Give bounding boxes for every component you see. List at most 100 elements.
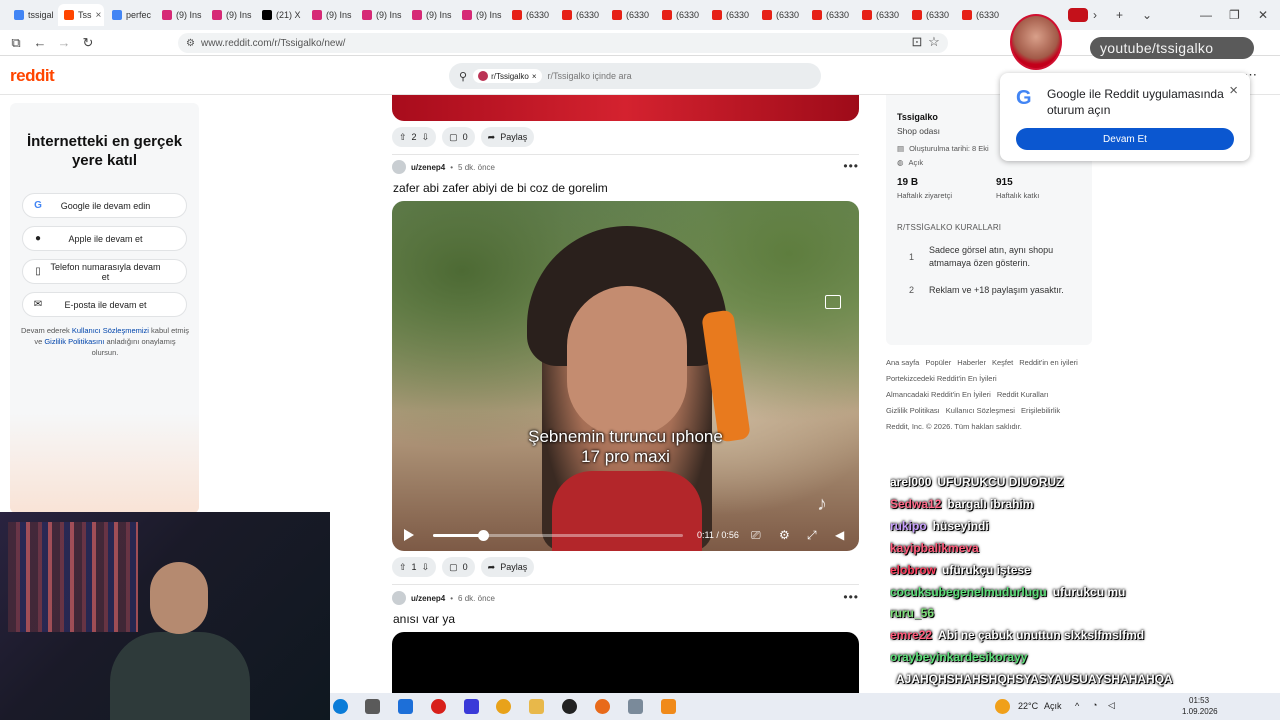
- browser-tab[interactable]: (9) Ins: [356, 4, 404, 26]
- footer-link[interactable]: Haberler: [957, 358, 986, 367]
- settings-gear-icon[interactable]: ⚙: [779, 528, 790, 542]
- share-button[interactable]: ➦ Paylaş: [480, 557, 535, 577]
- browser-tab[interactable]: (6330: [906, 4, 954, 26]
- tab-list-chevron-icon[interactable]: ⌄: [1142, 0, 1152, 30]
- video-player[interactable]: Şebnemin turuncu ıphone 17 pro maxi ♪ 0:…: [392, 201, 859, 551]
- upvote-icon[interactable]: ⇧: [399, 132, 407, 143]
- fullscreen-icon[interactable]: ⤢: [807, 528, 817, 543]
- footer-link[interactable]: Keşfet: [992, 358, 1013, 367]
- browser-tab[interactable]: Tss ×: [58, 4, 104, 26]
- footer-link[interactable]: Reddit'in en iyileri: [1019, 358, 1078, 367]
- expand-video-icon[interactable]: [825, 295, 841, 309]
- weather-temp[interactable]: 22°C: [1018, 701, 1038, 711]
- browser-tab[interactable]: (9) Ins: [406, 4, 454, 26]
- app-icon[interactable]: [628, 699, 643, 714]
- tab-scroll-right-icon[interactable]: ›: [1093, 0, 1097, 30]
- continue-button[interactable]: Devam Et: [1016, 128, 1234, 150]
- avatar[interactable]: [392, 591, 406, 605]
- browser-tab[interactable]: (6330: [606, 4, 654, 26]
- downvote-icon[interactable]: ⇩: [422, 562, 430, 573]
- captions-icon[interactable]: ⎚: [751, 528, 761, 543]
- reload-button[interactable]: ↻: [76, 35, 100, 51]
- clock-date[interactable]: 1.09.2026: [1182, 707, 1218, 716]
- browser-tab[interactable]: (9) Ins: [156, 4, 204, 26]
- browser-tab[interactable]: (6330: [756, 4, 804, 26]
- post-options-icon[interactable]: •••: [843, 159, 859, 173]
- opera-icon[interactable]: [431, 699, 446, 714]
- seek-handle[interactable]: [478, 530, 489, 541]
- rule-text[interactable]: Sadece görsel atın, aynı shopu atmamaya …: [929, 244, 1079, 270]
- browser-tab[interactable]: perfec: [106, 4, 154, 26]
- footer-link[interactable]: Ana sayfa: [886, 358, 919, 367]
- browser-tab[interactable]: (6330: [656, 4, 704, 26]
- browser-tab[interactable]: (21) X: [256, 4, 304, 26]
- subreddit-search-chip[interactable]: r/Tssigalko ×: [473, 69, 542, 83]
- footer-link[interactable]: Almancadaki Reddit'in En İyileri: [886, 390, 991, 399]
- reddit-logo[interactable]: reddit: [10, 66, 55, 86]
- bookmark-star-icon[interactable]: ☆: [922, 34, 946, 50]
- footer-link[interactable]: Portekizcedeki Reddit'in En İyileri: [886, 374, 997, 383]
- chip-close-icon[interactable]: ×: [532, 72, 537, 81]
- back-button[interactable]: ←: [28, 35, 52, 50]
- apple-signin-button[interactable]: ● Apple ile devam et: [22, 226, 187, 251]
- footer-link[interactable]: Kullanıcı Sözleşmesi: [946, 406, 1015, 415]
- browser-tab[interactable]: (6330: [956, 4, 1004, 26]
- volume-icon[interactable]: ◁: [1108, 700, 1115, 711]
- post-author[interactable]: u/zenep4: [411, 163, 445, 172]
- site-info-icon[interactable]: ⚙: [186, 38, 195, 49]
- browser-tab[interactable]: (6330: [556, 4, 604, 26]
- previous-post-media[interactable]: [392, 95, 859, 121]
- chrome-icon[interactable]: [496, 699, 511, 714]
- maximize-button[interactable]: ❐: [1229, 0, 1240, 30]
- footer-link[interactable]: Popüler: [925, 358, 951, 367]
- volume-icon[interactable]: ◀: [835, 528, 844, 542]
- privacy-policy-link[interactable]: Gizlilik Politikasını: [44, 337, 104, 346]
- user-agreement-link[interactable]: Kullanıcı Sözleşmemizi: [72, 326, 149, 335]
- browser-tab[interactable]: (9) Ins: [306, 4, 354, 26]
- phone-signin-button[interactable]: ▯ Telefon numarasıyla devam et: [22, 259, 187, 284]
- share-button[interactable]: ➦ Paylaş: [480, 127, 535, 147]
- video-seek-bar[interactable]: [433, 530, 683, 541]
- close-icon[interactable]: ×: [1229, 82, 1238, 99]
- upvote-icon[interactable]: ⇧: [399, 562, 407, 573]
- close-window-button[interactable]: ✕: [1258, 0, 1268, 30]
- weather-desc[interactable]: Açık: [1044, 701, 1062, 711]
- store-icon[interactable]: [398, 699, 413, 714]
- post-title[interactable]: anısı var ya: [393, 612, 455, 626]
- vlc-icon[interactable]: [661, 699, 676, 714]
- obs-icon[interactable]: [562, 699, 577, 714]
- forward-button[interactable]: →: [52, 35, 76, 50]
- email-signin-button[interactable]: ✉ E-posta ile devam et: [22, 292, 187, 317]
- comments-button[interactable]: ▢ 0: [442, 127, 475, 147]
- new-tab-button[interactable]: +: [1116, 0, 1123, 30]
- calculator-icon[interactable]: [365, 699, 380, 714]
- footer-link[interactable]: Gizlilik Politikası: [886, 406, 940, 415]
- browser-tab[interactable]: tssigal: [8, 4, 56, 26]
- downvote-icon[interactable]: ⇩: [422, 132, 430, 143]
- file-explorer-icon[interactable]: [529, 699, 544, 714]
- play-icon[interactable]: [404, 529, 414, 541]
- comments-button[interactable]: ▢ 0: [442, 557, 475, 577]
- post-author[interactable]: u/zenep4: [411, 594, 445, 603]
- minimize-button[interactable]: —: [1200, 0, 1212, 30]
- tab-close-icon[interactable]: ×: [96, 10, 102, 21]
- tray-chevron-icon[interactable]: ^: [1075, 701, 1079, 711]
- rule-text[interactable]: Reklam ve +18 paylaşım yasaktır.: [929, 284, 1079, 297]
- footer-link[interactable]: Reddit Kuralları: [997, 390, 1049, 399]
- browser-tab[interactable]: (6330: [806, 4, 854, 26]
- post-options-icon[interactable]: •••: [843, 590, 859, 604]
- firefox-icon[interactable]: [595, 699, 610, 714]
- footer-link[interactable]: Erişilebilirlik: [1021, 406, 1060, 415]
- post-title[interactable]: zafer abi zafer abiyi de bi coz de gorel…: [393, 181, 608, 195]
- app-icon[interactable]: [464, 699, 479, 714]
- workspaces-icon[interactable]: ⧉: [4, 35, 28, 51]
- avatar[interactable]: [392, 160, 406, 174]
- network-icon[interactable]: ◔: [1092, 700, 1097, 710]
- clock-time[interactable]: 01:53: [1189, 696, 1209, 705]
- browser-tab[interactable]: (9) Ins: [456, 4, 504, 26]
- google-signin-button[interactable]: G Google ile devam edin: [22, 193, 187, 218]
- browser-tab[interactable]: (6330: [856, 4, 904, 26]
- search-input[interactable]: ⚲ r/Tssigalko × r/Tssigalko içinde ara: [449, 63, 821, 89]
- url-bar[interactable]: ⚙ www.reddit.com/r/Tssigalko/new/: [178, 33, 948, 53]
- browser-tab[interactable]: (9) Ins: [206, 4, 254, 26]
